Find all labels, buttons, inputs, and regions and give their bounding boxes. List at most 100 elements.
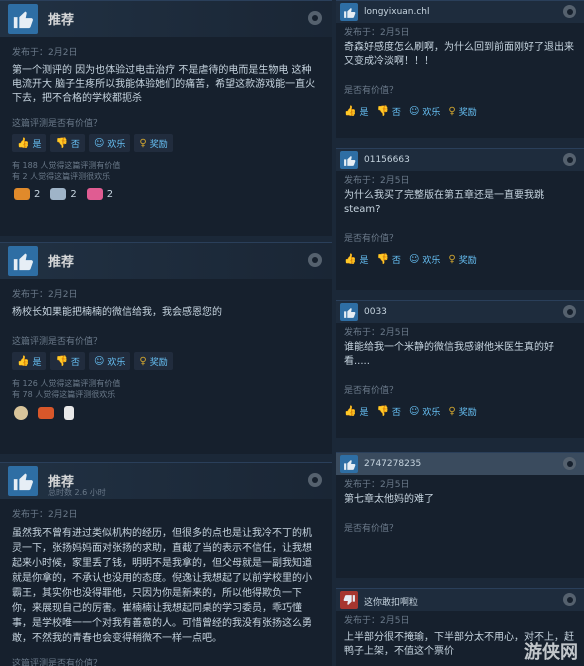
- comment-date: 发布于：2月5日: [344, 328, 410, 338]
- comment-text: 第七章太他妈的难了: [344, 494, 434, 505]
- review-text: 第一个测评的 因为也体验过电击治疗 不是虐待的电而是生物电 这种电流开大 脑子生…: [12, 65, 316, 104]
- review-header: 推荐 总时数 2.6 小时: [0, 463, 332, 499]
- thumbs-up-icon: 👍: [17, 355, 30, 367]
- helpful-question: 是否有价值？: [344, 386, 399, 396]
- award-item[interactable]: 2: [86, 188, 113, 200]
- award-button[interactable]: ♀ 奖励: [448, 402, 476, 420]
- smiley-icon: ☺: [408, 105, 420, 117]
- vote-no-button[interactable]: 👎 否: [376, 250, 400, 268]
- award-icon: ♀: [139, 355, 147, 367]
- award-item[interactable]: [14, 406, 28, 420]
- vote-yes-button[interactable]: 👍 是: [12, 352, 47, 370]
- vote-no-label: 否: [391, 107, 401, 118]
- vote-yes-button[interactable]: 👍 是: [344, 250, 368, 268]
- comment-header: longyixuan.chl: [336, 1, 584, 23]
- award-face-icon: [50, 188, 67, 200]
- award-icon: ♀: [448, 105, 456, 117]
- awards-row: [14, 406, 332, 420]
- comment-text: 奇森好感度怎么刷啊，为什么回到前面刚好了退出来又变成冷淡啊！！！: [344, 42, 574, 67]
- comment-header: 0033: [336, 301, 584, 323]
- vote-yes-label: 是: [32, 139, 42, 150]
- award-label: 奖励: [458, 107, 477, 118]
- vote-yes-label: 是: [359, 255, 369, 266]
- award-hand-icon: [14, 188, 30, 200]
- comment-card: 0033 发布于：2月5日 谁能给我一个米静的微信我感谢他米医生真的好看....…: [336, 300, 584, 438]
- smiley-icon: ☺: [408, 405, 420, 417]
- vote-funny-button[interactable]: ☺ 欢乐: [409, 250, 440, 268]
- vote-yes-button[interactable]: 👍 是: [12, 134, 47, 152]
- helpful-count: 有 188 人觉得这篇评测有价值: [12, 161, 121, 170]
- vote-yes-label: 是: [32, 357, 42, 368]
- vote-no-label: 否: [70, 139, 80, 150]
- vote-buttons: 👍 是 👎 否 ☺ 欢乐 ♀ 奖励: [344, 250, 584, 268]
- vote-buttons: 👍 是 👎 否 ☺ 欢乐 ♀ 奖励: [12, 134, 332, 152]
- username[interactable]: 01156663: [364, 155, 410, 165]
- thumbs-down-icon: 👎: [376, 105, 389, 117]
- vote-funny-button[interactable]: ☺ 欢乐: [88, 352, 131, 370]
- vote-funny-button[interactable]: ☺ 欢乐: [409, 402, 440, 420]
- vote-funny-button[interactable]: ☺ 欢乐: [88, 134, 131, 152]
- steam-logo-icon: [563, 457, 576, 470]
- comment-date: 发布于：2月5日: [344, 176, 410, 186]
- review-card: 推荐 总时数 2.6 小时 发布于：2月2日 虽然我不曾有进过类似机构的经历，但…: [0, 462, 332, 666]
- helpful-question: 这篇评测是否有价值？: [12, 337, 103, 347]
- username[interactable]: 0033: [364, 307, 387, 317]
- review-text: 虽然我不曾有进过类似机构的经历，但很多的点也是让我冷不丁的机灵一下，张扬妈妈面对…: [12, 528, 312, 644]
- vote-buttons: 👍 是 👎 否 ☺ 欢乐 ♀ 奖励: [344, 102, 584, 120]
- vote-buttons: 👍 是 👎 否 ☺ 欢乐 ♀ 奖励: [344, 402, 584, 420]
- award-button[interactable]: ♀ 奖励: [448, 250, 476, 268]
- comment-header: 01156663: [336, 149, 584, 171]
- award-button[interactable]: ♀ 奖励: [448, 102, 476, 120]
- steam-logo-icon: [308, 473, 322, 487]
- thumbs-down-icon: 👎: [376, 405, 389, 417]
- steam-logo-icon: [563, 305, 576, 318]
- award-item[interactable]: 2: [14, 188, 40, 200]
- award-button[interactable]: ♀ 奖励: [134, 352, 173, 370]
- username[interactable]: longyixuan.chl: [364, 7, 430, 17]
- award-item[interactable]: 2: [50, 188, 77, 200]
- vote-no-button[interactable]: 👎 否: [50, 352, 85, 370]
- vote-yes-button[interactable]: 👍 是: [344, 102, 368, 120]
- award-figure-icon: [64, 406, 74, 420]
- comment-header: 2747278235: [336, 453, 584, 475]
- review-header: 推荐: [0, 1, 332, 37]
- thumbs-up-icon: [340, 151, 358, 169]
- watermark: 游侠网: [524, 642, 578, 663]
- vote-yes-button[interactable]: 👍 是: [344, 402, 368, 420]
- comment-text: 为什么我买了完整版在第五章还是一直要我跳steam?: [344, 190, 544, 215]
- vote-no-button[interactable]: 👎 否: [50, 134, 85, 152]
- award-item[interactable]: [64, 406, 74, 420]
- thumbs-up-icon: [8, 466, 38, 496]
- review-date: 发布于：2月2日: [12, 290, 78, 300]
- thumbs-down-icon: 👎: [55, 355, 68, 367]
- helpful-question: 是否有价值？: [344, 234, 399, 244]
- vote-funny-label: 欢乐: [422, 407, 441, 418]
- award-button[interactable]: ♀ 奖励: [134, 134, 173, 152]
- username[interactable]: 2747278235: [364, 459, 421, 469]
- review-stats: 有 188 人觉得这篇评测有价值 有 2 人觉得这篇评测很欢乐: [12, 160, 332, 182]
- comment-card: 2747278235 发布于：2月5日 第七章太他妈的难了 是否有价值？: [336, 452, 584, 578]
- review-date: 发布于：2月2日: [12, 510, 78, 520]
- award-face-icon: [14, 406, 28, 420]
- steam-logo-icon: [563, 153, 576, 166]
- comment-date: 发布于：2月5日: [344, 480, 410, 490]
- smiley-icon: ☺: [93, 137, 105, 149]
- thumbs-up-icon: [340, 3, 358, 21]
- vote-no-label: 否: [391, 407, 401, 418]
- award-item[interactable]: [38, 407, 54, 419]
- thumbs-down-icon: 👎: [55, 137, 68, 149]
- vote-no-button[interactable]: 👎 否: [376, 402, 400, 420]
- username[interactable]: 这你敢扣啊粒: [364, 595, 418, 608]
- thumbs-up-icon: 👍: [344, 405, 357, 417]
- review-card: 推荐 发布于：2月2日 第一个测评的 因为也体验过电击治疗 不是虐待的电而是生物…: [0, 0, 332, 236]
- vote-funny-label: 欢乐: [422, 255, 441, 266]
- steam-logo-icon: [563, 593, 576, 606]
- comment-header: 这你敢扣啊粒: [336, 589, 584, 611]
- vote-buttons: 👍 是 👎 否 ☺ 欢乐 ♀ 奖励: [12, 352, 332, 370]
- thumbs-up-icon: 👍: [344, 105, 357, 117]
- vote-no-button[interactable]: 👎 否: [376, 102, 400, 120]
- award-label: 奖励: [149, 357, 168, 368]
- award-count: 2: [34, 188, 41, 200]
- vote-funny-button[interactable]: ☺ 欢乐: [409, 102, 440, 120]
- vote-funny-label: 欢乐: [422, 107, 441, 118]
